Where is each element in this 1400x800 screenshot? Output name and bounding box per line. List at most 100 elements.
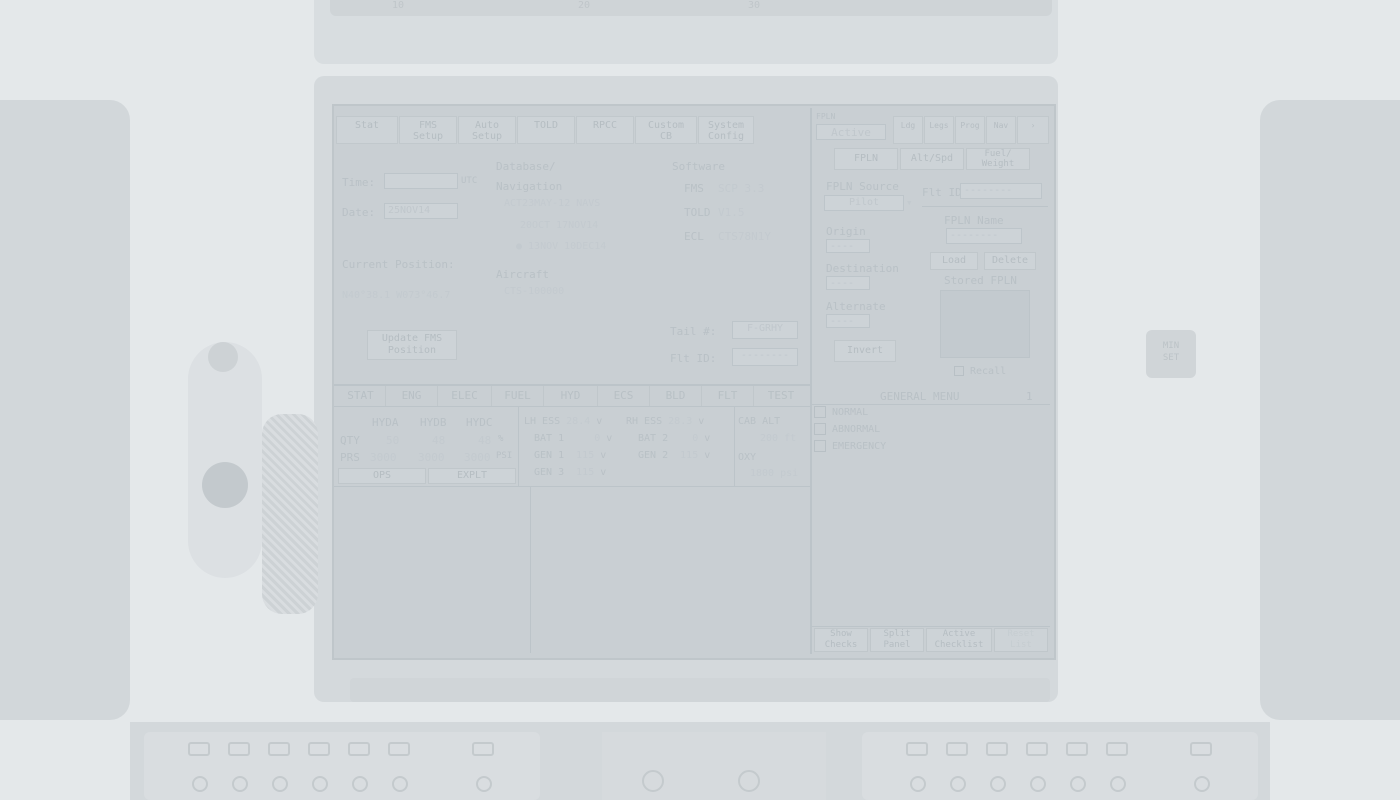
tab-fpln[interactable]: FPLN [834,148,898,170]
load-button[interactable]: Load [930,252,978,270]
tab-stat[interactable]: Stat [336,116,398,144]
stored-fpln-list[interactable] [940,290,1030,358]
tab-system-config[interactable]: System Config [698,116,754,144]
tab-ldg[interactable]: Ldg [893,116,923,144]
prs-label: PRS [340,451,360,464]
toggle-switch[interactable] [946,742,968,756]
toggle-switch[interactable] [268,742,290,756]
fpln-flt-id-field[interactable]: -------- [960,183,1042,199]
rotary-knob[interactable] [1030,776,1046,792]
tab-sys-hyd[interactable]: HYD [544,386,598,406]
tab-sys-bld[interactable]: BLD [650,386,702,406]
nav-database-2[interactable]: 20OCT 17NOV14 [520,220,598,231]
fpln-active-field[interactable]: Active [816,124,886,140]
toggle-switch[interactable] [348,742,370,756]
tab-sys-fuel[interactable]: FUEL [492,386,544,406]
tab-sys-stat[interactable]: STAT [336,386,386,406]
rotary-knob[interactable] [352,776,368,792]
tab-rpcc[interactable]: RPCC [576,116,634,144]
toggle-switch[interactable] [1026,742,1048,756]
recall-option[interactable]: Recall [954,366,1006,377]
flight-id-field[interactable]: -------- [732,348,798,366]
fpln-name-field[interactable]: -------- [946,228,1022,244]
show-checks-button[interactable]: Show Checks [814,628,868,652]
tab-label: BLD [665,389,686,402]
invert-button[interactable]: Invert [834,340,896,362]
elec-value: 28.4 [566,416,591,427]
lever-knob[interactable] [202,462,248,508]
tab-sys-eng[interactable]: ENG [386,386,438,406]
rotary-knob[interactable] [950,776,966,792]
rotary-knob[interactable] [192,776,208,792]
checklist-item-normal[interactable]: NORMAL [814,406,868,418]
toggle-switch[interactable] [188,742,210,756]
destination-field[interactable]: ---- [826,276,870,290]
toggle-switch[interactable] [228,742,250,756]
tab-told[interactable]: TOLD [517,116,575,144]
section-divider [334,406,810,407]
elec-row: GEN 1 115 v [534,450,606,461]
date-field[interactable]: 25NOV14 [384,203,458,219]
tab-ops[interactable]: OPS [338,468,426,484]
tab-sys-flt[interactable]: FLT [702,386,754,406]
update-fms-position-button[interactable]: Update FMS Position [367,330,457,360]
tab-alt-spd[interactable]: Alt/Spd [900,148,964,170]
checklist-item-emergency[interactable]: EMERGENCY [814,440,886,452]
rotary-knob[interactable] [392,776,408,792]
fpln-label: FPLN [816,112,836,121]
toggle-switch[interactable] [906,742,928,756]
tab-auto-setup[interactable]: Auto Setup [458,116,516,144]
toggle-switch[interactable] [986,742,1008,756]
time-field[interactable] [384,173,458,189]
chevron-down-icon[interactable]: ▾ [906,196,913,209]
rotary-knob[interactable] [910,776,926,792]
oxy-value: 1800 psi [750,468,799,479]
toggle-switch[interactable] [472,742,494,756]
tab-explt[interactable]: EXPLT [428,468,516,484]
tab-sys-elec[interactable]: ELEC [438,386,492,406]
active-checklist-button[interactable]: Active Checklist [926,628,992,652]
fpln-source-select[interactable]: Pilot [824,195,904,211]
tab-fms-setup[interactable]: FMS Setup [399,116,457,144]
delete-button[interactable]: Delete [984,252,1036,270]
tick-label: 20 [578,0,591,11]
reset-list-button[interactable]: Reset List [994,628,1048,652]
lower-left-switch-panel [144,732,540,800]
tab-sys-ecs[interactable]: ECS [598,386,650,406]
tab-fuel-weight[interactable]: Fuel/ Weight [966,148,1030,170]
min-set-knob[interactable]: MIN SET [1146,330,1196,378]
toggle-switch[interactable] [1066,742,1088,756]
rotary-knob[interactable] [1194,776,1210,792]
alternate-field[interactable]: ---- [826,314,870,328]
tail-number-field[interactable]: F-GRHY [732,321,798,339]
toggle-switch[interactable] [388,742,410,756]
rotary-knob[interactable] [642,770,664,792]
cab-alt-value: 200 ft [760,433,797,444]
tab-arrow[interactable]: › [1017,116,1049,144]
lever-top-cap [208,342,238,372]
tiller-lever[interactable] [188,342,262,578]
rotary-knob[interactable] [476,776,492,792]
tab-nav[interactable]: Nav [986,116,1016,144]
tab-legs[interactable]: Legs [924,116,954,144]
rotary-knob[interactable] [312,776,328,792]
rotary-knob[interactable] [738,770,760,792]
rotary-knob[interactable] [1070,776,1086,792]
nav-database-3[interactable]: ● 13NOV 10DEC14 [516,241,606,252]
rotary-knob[interactable] [990,776,1006,792]
recall-checkbox[interactable] [954,366,964,376]
toggle-switch[interactable] [1106,742,1128,756]
qty-label: QTY [340,434,360,447]
elec-unit: v [704,433,711,444]
rotary-knob[interactable] [1110,776,1126,792]
toggle-switch[interactable] [308,742,330,756]
rotary-knob[interactable] [232,776,248,792]
origin-field[interactable]: ---- [826,239,870,253]
toggle-switch[interactable] [1190,742,1212,756]
tab-prog[interactable]: Prog [955,116,985,144]
rotary-knob[interactable] [272,776,288,792]
checklist-item-abnormal[interactable]: ABNORMAL [814,423,880,435]
tab-custom-cb[interactable]: Custom CB [635,116,697,144]
split-panel-button[interactable]: Split Panel [870,628,924,652]
tab-sys-test[interactable]: TEST [754,386,808,406]
